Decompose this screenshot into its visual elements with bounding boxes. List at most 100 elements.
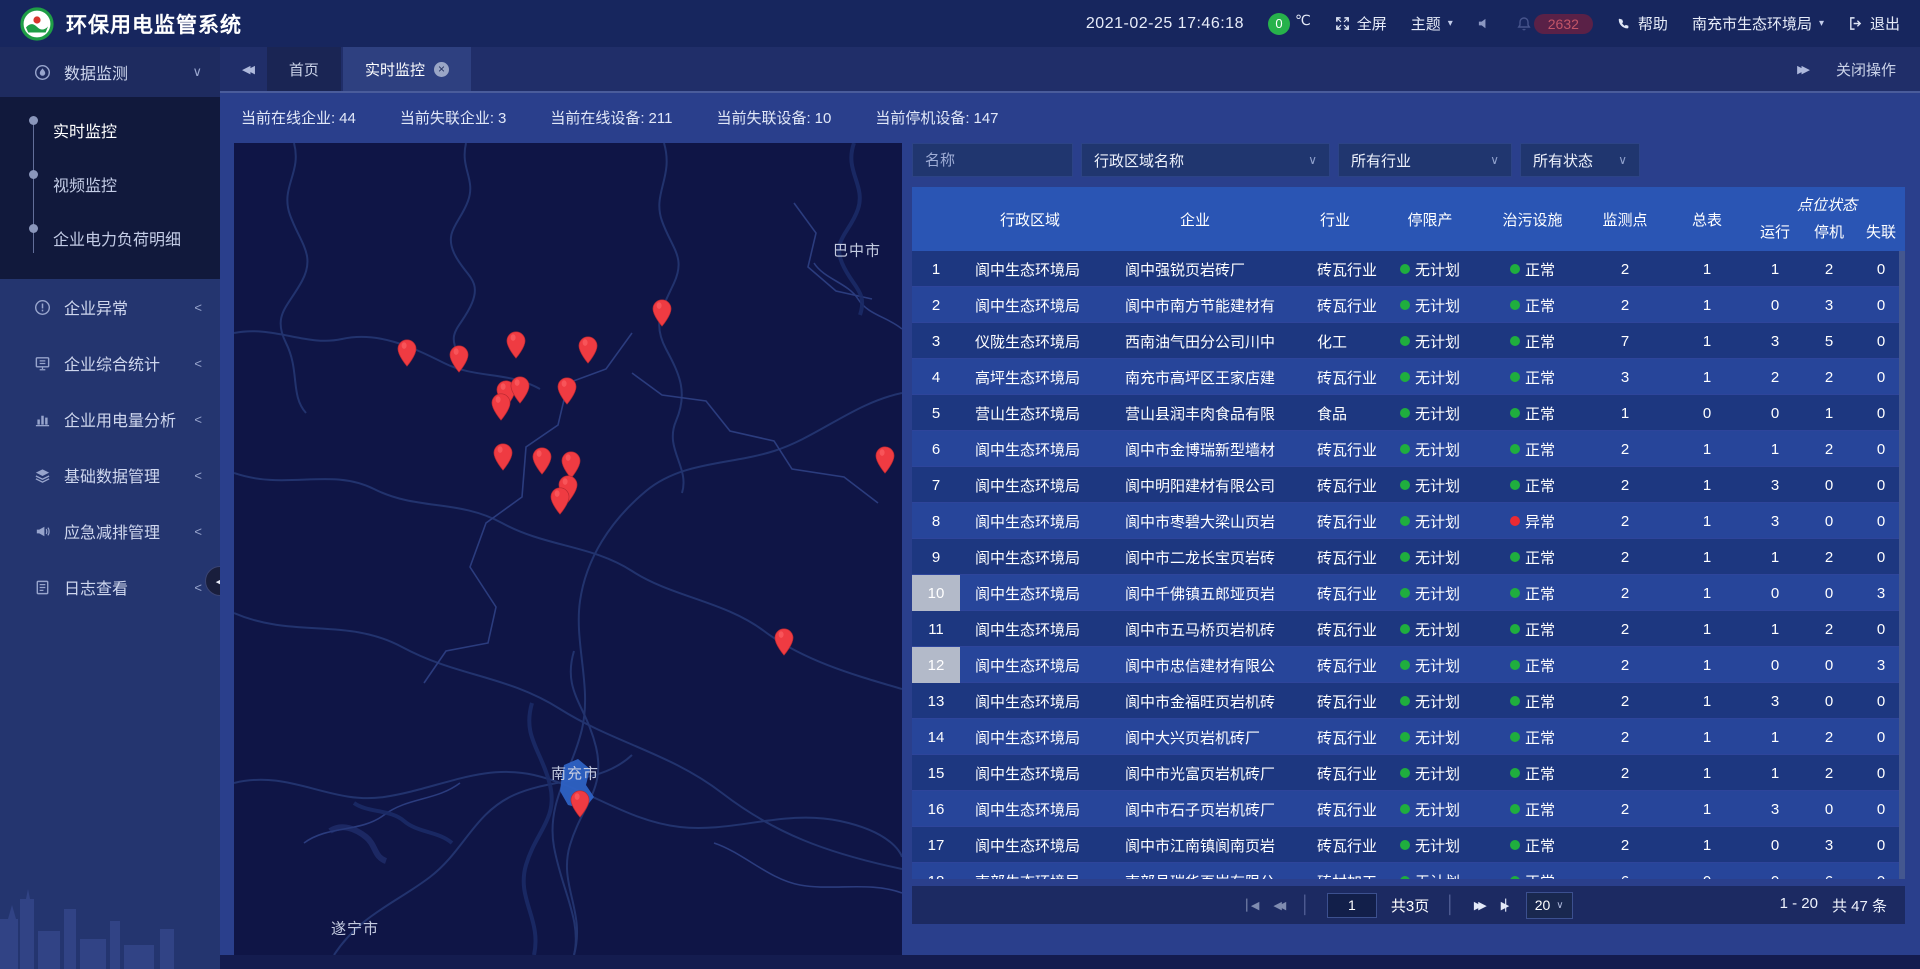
map-pin-icon[interactable] [491, 393, 511, 421]
cell-facility-status: 正常 [1480, 719, 1585, 755]
table-row[interactable]: 9阆中生态环境局阆中市二龙长宝页岩砖砖瓦行业无计划正常21120 [912, 539, 1905, 575]
first-page-icon[interactable]: ▏◀ [1244, 899, 1257, 912]
status-dot-icon [1510, 552, 1520, 562]
close-operations-button[interactable]: 关闭操作 [1836, 59, 1896, 80]
industry-select-value: 所有行业 [1351, 150, 1411, 171]
table-row[interactable]: 7阆中生态环境局阆中明阳建材有限公司砖瓦行业无计划正常21300 [912, 467, 1905, 503]
cell-stop-status: 无计划 [1380, 287, 1480, 323]
cell-industry: 砖瓦行业 [1290, 791, 1380, 827]
status-dot-icon [1400, 408, 1410, 418]
table-row[interactable]: 6阆中生态环境局阆中市金博瑞新型墙材砖瓦行业无计划正常21120 [912, 431, 1905, 467]
sidebar-item-4[interactable]: 基础数据管理< [0, 447, 220, 503]
sidebar-item-3[interactable]: 企业用电量分析< [0, 391, 220, 447]
cell-region: 阆中生态环境局 [960, 287, 1100, 323]
status-select[interactable]: 所有状态 ∨ [1520, 143, 1640, 177]
tab-1[interactable]: 实时监控× [343, 47, 471, 91]
tab-bar-right: ▶▶ 关闭操作 [1797, 47, 1920, 91]
temperature-badge: 0 [1268, 13, 1290, 35]
org-menu-button[interactable]: 南充市生态环境局 ▾ [1692, 13, 1824, 34]
cell-lost: 0 [1857, 683, 1905, 719]
city-label: 遂宁市 [331, 918, 379, 939]
map-pin-icon[interactable] [578, 336, 598, 364]
map-pin-icon[interactable] [774, 628, 794, 656]
help-label: 帮助 [1638, 13, 1668, 34]
page-size-select[interactable]: 20 ∨ [1526, 892, 1573, 919]
cell-stop-status: 无计划 [1380, 431, 1480, 467]
table-row[interactable]: 13阆中生态环境局阆中市金福旺页岩机砖砖瓦行业无计划正常21300 [912, 683, 1905, 719]
mute-button[interactable] [1477, 16, 1492, 31]
table-row[interactable]: 14阆中生态环境局阆中大兴页岩机砖厂砖瓦行业无计划正常21120 [912, 719, 1905, 755]
cell-meters: 1 [1665, 791, 1749, 827]
table-row[interactable]: 15阆中生态环境局阆中市光富页岩机砖厂砖瓦行业无计划正常21120 [912, 755, 1905, 791]
prev-page-icon[interactable]: ◀◀ [1271, 899, 1284, 912]
status-dot-icon [1400, 516, 1410, 526]
next-page-icon[interactable]: ▶▶ [1472, 899, 1485, 912]
region-select[interactable]: 行政区域名称 ∨ [1081, 143, 1330, 177]
sidebar-subitem-2[interactable]: 企业电力负荷明细 [0, 211, 220, 265]
table-row[interactable]: 8阆中生态环境局阆中市枣碧大梁山页岩砖瓦行业无计划异常21300 [912, 503, 1905, 539]
cell-halt: 2 [1801, 251, 1857, 287]
map-pin-icon[interactable] [506, 331, 526, 359]
table-row[interactable]: 12阆中生态环境局阆中市忠信建材有限公砖瓦行业无计划正常21003 [912, 647, 1905, 683]
table-row[interactable]: 5营山生态环境局营山县润丰肉食品有限食品无计划正常10010 [912, 395, 1905, 431]
map-pin-icon[interactable] [875, 446, 895, 474]
map-pin-icon[interactable] [493, 443, 513, 471]
sidebar-item-2[interactable]: 企业综合统计< [0, 335, 220, 391]
map[interactable]: 巴中市南充市遂宁市 [234, 143, 902, 955]
table-row[interactable]: 18南部生态环境局南部县瑞华页岩有限公砖材加工无计划正常60060 [912, 863, 1905, 879]
industry-select[interactable]: 所有行业 ∨ [1338, 143, 1512, 177]
theme-menu-button[interactable]: 主题 ▾ [1411, 13, 1453, 34]
tab-0[interactable]: 首页 [267, 47, 341, 91]
table-row[interactable]: 11阆中生态环境局阆中市五马桥页岩机砖砖瓦行业无计划正常21120 [912, 611, 1905, 647]
fullscreen-button[interactable]: 全屏 [1335, 13, 1387, 34]
page-number-input[interactable] [1327, 893, 1377, 918]
sidebar-item-0[interactable]: 数据监测∨ [0, 47, 220, 97]
tabs-scroll-left-icon[interactable]: ◀◀ [220, 47, 267, 91]
status-dot-icon [1510, 408, 1520, 418]
close-icon[interactable]: × [434, 62, 449, 77]
cell-index: 1 [912, 251, 960, 287]
table-row[interactable]: 2阆中生态环境局阆中市南方节能建材有砖瓦行业无计划正常21030 [912, 287, 1905, 323]
map-pin-icon[interactable] [532, 447, 552, 475]
table-row[interactable]: 10阆中生态环境局阆中千佛镇五郎垭页岩砖瓦行业无计划正常21003 [912, 575, 1905, 611]
status-counter-3: 当前失联设备:10 [712, 107, 831, 128]
table-row[interactable]: 16阆中生态环境局阆中市石子页岩机砖厂砖瓦行业无计划正常21300 [912, 791, 1905, 827]
table-row[interactable]: 3仪陇生态环境局西南油气田分公司川中化工无计划正常71350 [912, 323, 1905, 359]
sidebar-subitem-1[interactable]: 视频监控 [0, 157, 220, 211]
sidebar-subitem-0[interactable]: 实时监控 [0, 103, 220, 157]
sidebar-item-5[interactable]: 应急减排管理< [0, 503, 220, 559]
map-pin-icon[interactable] [510, 376, 530, 404]
table-scrollbar[interactable] [1899, 251, 1905, 879]
table-row[interactable]: 1阆中生态环境局阆中强锐页岩砖厂砖瓦行业无计划正常21120 [912, 251, 1905, 287]
cell-points: 2 [1585, 647, 1665, 683]
tabs-scroll-right-icon[interactable]: ▶▶ [1797, 63, 1806, 76]
map-pin-icon[interactable] [652, 299, 672, 327]
cell-halt: 3 [1801, 827, 1857, 863]
table-row[interactable]: 4高坪生态环境局南充市高坪区王家店建砖瓦行业无计划正常31220 [912, 359, 1905, 395]
sidebar-item-1[interactable]: 企业异常< [0, 279, 220, 335]
chart-icon [34, 411, 51, 428]
cell-lost: 0 [1857, 395, 1905, 431]
map-pin-icon[interactable] [397, 339, 417, 367]
map-pin-icon[interactable] [570, 790, 590, 818]
last-page-icon[interactable]: ▶▏ [1499, 899, 1512, 912]
cell-index: 16 [912, 791, 960, 827]
map-pin-icon[interactable] [550, 487, 570, 515]
column-header-region: 行政区域 [960, 187, 1100, 251]
map-pin-icon[interactable] [557, 377, 577, 405]
map-pin-icon[interactable] [449, 345, 469, 373]
datetime-label: 2021-02-25 17:46:18 [1086, 15, 1244, 33]
status-dot-icon [1510, 804, 1520, 814]
table-row[interactable]: 17阆中生态环境局阆中市江南镇阆南页岩砖瓦行业无计划正常21030 [912, 827, 1905, 863]
sidebar-item-6[interactable]: 日志查看< [0, 559, 220, 615]
logout-button[interactable]: 退出 [1848, 13, 1900, 34]
chevron-left-icon: < [194, 412, 202, 427]
name-search-input[interactable] [912, 143, 1073, 177]
help-button[interactable]: 帮助 [1617, 13, 1668, 34]
cell-run: 3 [1749, 503, 1801, 539]
notifications-button[interactable]: 2632 [1516, 14, 1593, 34]
cell-run: 1 [1749, 251, 1801, 287]
status-counter-4: 当前停机设备:147 [871, 107, 998, 128]
cell-company: 阆中强锐页岩砖厂 [1100, 251, 1290, 287]
cell-run: 0 [1749, 827, 1801, 863]
